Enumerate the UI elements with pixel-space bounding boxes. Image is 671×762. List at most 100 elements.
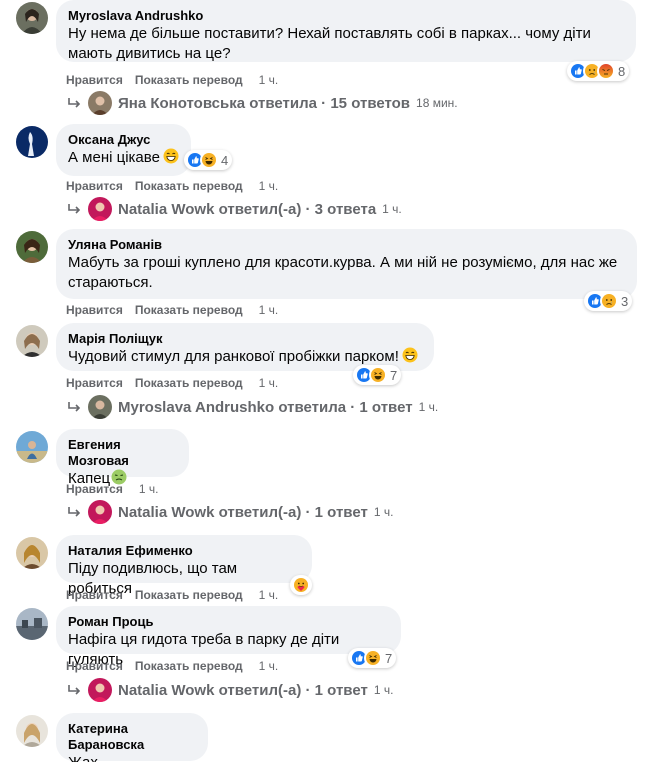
sad-icon bbox=[600, 292, 618, 310]
comment-bubble: Оксана Джус А мені цікаве bbox=[56, 124, 191, 176]
avatar[interactable] bbox=[16, 537, 48, 569]
translate-button[interactable]: Показать перевод bbox=[135, 375, 243, 391]
replies-link[interactable]: Яна Конотовська ответила · 15 ответов 18… bbox=[66, 91, 458, 115]
comment-timestamp[interactable]: 1 ч. bbox=[259, 72, 279, 88]
comment-timestamp[interactable]: 1 ч. bbox=[259, 587, 279, 603]
like-button[interactable]: Нравится bbox=[66, 481, 123, 497]
translate-button[interactable]: Показать перевод bbox=[135, 587, 243, 603]
comment-author[interactable]: Myroslava Andrushko bbox=[68, 8, 624, 24]
avatar[interactable] bbox=[16, 325, 48, 357]
reply-timestamp: 1 ч. bbox=[418, 400, 439, 414]
like-button[interactable]: Нравится bbox=[66, 658, 123, 674]
like-button[interactable]: Нравится bbox=[66, 178, 123, 194]
reply-avatar bbox=[88, 678, 112, 702]
like-button[interactable]: Нравится bbox=[66, 375, 123, 391]
comment-actions: Нравится Показать перевод 1 ч. bbox=[66, 587, 278, 603]
comment-actions: Нравится Показать перевод 1 ч. bbox=[66, 178, 278, 194]
comment-timestamp[interactable]: 1 ч. bbox=[259, 375, 279, 391]
reply-avatar bbox=[88, 91, 112, 115]
comment-author[interactable]: Оксана Джус bbox=[68, 132, 179, 148]
grin-emoji bbox=[163, 148, 179, 164]
replies-link[interactable]: Natalia Wowk ответил(-а) · 1 ответ 1 ч. bbox=[66, 500, 393, 524]
reply-count: 1 ответ bbox=[359, 398, 413, 416]
comment-timestamp[interactable]: 1 ч. bbox=[259, 178, 279, 194]
reply-author: Natalia Wowk ответил(-а) bbox=[118, 200, 302, 218]
care-icon bbox=[292, 576, 310, 594]
reaction-count: 7 bbox=[385, 650, 393, 666]
replies-link[interactable]: Natalia Wowk ответил(-а) · 3 ответа 1 ч. bbox=[66, 197, 402, 221]
comment-text: Ну нема де більше поставити? Нехай поста… bbox=[68, 25, 591, 62]
like-button[interactable]: Нравится bbox=[66, 72, 123, 88]
comment-author[interactable]: Евгения Мозговая bbox=[68, 437, 177, 469]
angry-icon bbox=[597, 62, 615, 80]
avatar[interactable] bbox=[16, 715, 48, 747]
reply-count: 15 ответов bbox=[330, 94, 411, 112]
reply-author: Яна Конотовська ответила bbox=[118, 94, 317, 112]
reaction-count: 3 bbox=[621, 293, 629, 309]
reply-arrow-icon bbox=[68, 402, 81, 412]
reply-separator: · bbox=[301, 503, 315, 521]
comment-actions: Нравится Показать перевод 1 ч. bbox=[66, 72, 278, 88]
comment-actions: Нравится Показать перевод 1 ч. bbox=[66, 658, 278, 674]
reply-author: Natalia Wowk ответил(-а) bbox=[118, 503, 302, 521]
comment-bubble: Уляна Романів Мабуть за гроші куплено дл… bbox=[56, 229, 637, 299]
reply-avatar bbox=[88, 197, 112, 221]
reply-avatar bbox=[88, 500, 112, 524]
comment-timestamp[interactable]: 1 ч. bbox=[259, 658, 279, 674]
avatar[interactable] bbox=[16, 2, 48, 34]
reply-arrow-icon bbox=[68, 98, 81, 108]
comment-text: А мені цікаве bbox=[68, 148, 179, 168]
avatar[interactable] bbox=[16, 608, 48, 640]
translate-button[interactable]: Показать перевод bbox=[135, 302, 243, 318]
reply-separator: · bbox=[301, 200, 315, 218]
reply-timestamp: 1 ч. bbox=[373, 505, 394, 519]
comment-author[interactable]: Роман Проць bbox=[68, 614, 389, 630]
haha-icon bbox=[369, 366, 387, 384]
reply-count: 1 ответ bbox=[314, 503, 368, 521]
reply-timestamp: 18 мин. bbox=[416, 96, 458, 110]
like-button[interactable]: Нравится bbox=[66, 587, 123, 603]
reaction-summary[interactable]: 3 bbox=[584, 291, 633, 311]
reaction-summary[interactable]: 7 bbox=[353, 365, 402, 385]
reply-author: Natalia Wowk ответил(-а) bbox=[118, 681, 302, 699]
comment-author[interactable]: Марія Поліщук bbox=[68, 331, 422, 347]
comment-text: Жах bbox=[68, 753, 196, 762]
reaction-summary[interactable] bbox=[290, 575, 312, 595]
reaction-count: 4 bbox=[221, 152, 229, 168]
haha-icon bbox=[200, 151, 218, 169]
grin-emoji bbox=[402, 347, 418, 363]
translate-button[interactable]: Показать перевод bbox=[135, 178, 243, 194]
comment-author[interactable]: Наталия Ефименко bbox=[68, 543, 300, 559]
reply-count: 3 ответа bbox=[314, 200, 377, 218]
reaction-summary[interactable]: 4 bbox=[184, 150, 233, 170]
avatar[interactable] bbox=[16, 126, 48, 158]
comment-actions: Нравится Показать перевод 1 ч. bbox=[66, 375, 278, 391]
comment-bubble: Катерина Барановска Жах bbox=[56, 713, 208, 762]
reply-arrow-icon bbox=[68, 507, 81, 517]
reply-arrow-icon bbox=[68, 685, 81, 695]
like-button[interactable]: Нравится bbox=[66, 302, 123, 318]
comment-bubble: Марія Поліщук Чудовий стимул для ранково… bbox=[56, 323, 434, 371]
replies-link[interactable]: Myroslava Andrushko ответила · 1 ответ 1… bbox=[66, 395, 438, 419]
comment-author[interactable]: Катерина Барановска bbox=[68, 721, 196, 753]
comment-timestamp[interactable]: 1 ч. bbox=[139, 481, 159, 497]
replies-link[interactable]: Natalia Wowk ответил(-а) · 1 ответ 1 ч. bbox=[66, 678, 393, 702]
reaction-count: 7 bbox=[390, 367, 398, 383]
comment-actions: Нравится 1 ч. bbox=[66, 481, 158, 497]
translate-button[interactable]: Показать перевод bbox=[135, 72, 243, 88]
reply-separator: · bbox=[317, 94, 331, 112]
avatar[interactable] bbox=[16, 431, 48, 463]
reaction-summary[interactable]: 8 bbox=[567, 61, 630, 81]
comment-bubble: Роман Проць Нафіга ця гидота треба в пар… bbox=[56, 606, 401, 668]
reaction-count: 8 bbox=[618, 63, 626, 79]
comment-timestamp[interactable]: 1 ч. bbox=[259, 302, 279, 318]
comment-bubble: Наталия Ефименко Піду подивлюсь, що там … bbox=[56, 535, 312, 597]
reply-avatar bbox=[88, 395, 112, 419]
avatar[interactable] bbox=[16, 231, 48, 263]
translate-button[interactable]: Показать перевод bbox=[135, 658, 243, 674]
reply-count: 1 ответ bbox=[314, 681, 368, 699]
comment-bubble: Евгения Мозговая Капец bbox=[56, 429, 189, 487]
haha-icon bbox=[364, 649, 382, 667]
reaction-summary[interactable]: 7 bbox=[348, 648, 397, 668]
comment-author[interactable]: Уляна Романів bbox=[68, 237, 625, 253]
